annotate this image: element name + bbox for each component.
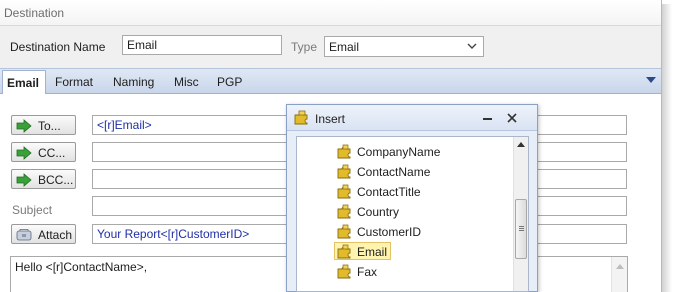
list-item-label: CompanyName — [357, 145, 441, 159]
list-item-label: ContactName — [357, 165, 431, 179]
grip-line — [519, 228, 524, 229]
insert-popup: Insert CompanyName ContactName ContactTi… — [286, 104, 538, 292]
destination-name-input[interactable]: Email — [122, 35, 282, 55]
attach-button[interactable]: Attach — [11, 224, 76, 244]
tab-strip: Email Format Naming Misc PGP — [0, 68, 661, 96]
list-item-label: Email — [357, 245, 388, 259]
insert-popup-title-bar[interactable]: Insert — [287, 105, 537, 131]
list-item-email-selected[interactable]: Email — [334, 242, 392, 260]
green-arrow-icon — [16, 146, 32, 160]
puzzle-icon — [337, 164, 351, 179]
tab-pgp[interactable]: PGP — [217, 75, 242, 89]
list-item-companyname[interactable]: CompanyName — [335, 143, 443, 161]
header-band: Destination Name Email Type Email — [0, 26, 661, 68]
minimize-icon[interactable] — [483, 118, 492, 120]
window-shadow — [662, 4, 672, 292]
destination-window: Destination Destination Name Email Type … — [0, 0, 662, 292]
list-item-label: ContactTitle — [357, 185, 421, 199]
attachment-icon — [16, 229, 32, 241]
title-bar: Destination — [0, 0, 661, 26]
attach-button-label: Attach — [38, 228, 73, 242]
tab-menu-arrow-icon[interactable] — [646, 77, 656, 83]
window-title: Destination — [4, 6, 65, 20]
list-item-label: Fax — [357, 265, 378, 279]
list-item-label: Country — [357, 205, 400, 219]
list-item-label: CustomerID — [357, 225, 422, 239]
list-item-contacttitle[interactable]: ContactTitle — [335, 183, 424, 201]
chevron-down-icon — [467, 43, 477, 49]
tab-misc[interactable]: Misc — [174, 75, 199, 89]
bcc-button-label: BCC... — [38, 173, 74, 187]
list-item-contactname[interactable]: ContactName — [335, 163, 433, 181]
puzzle-icon — [337, 244, 351, 259]
green-arrow-icon — [16, 119, 32, 133]
close-icon[interactable] — [505, 111, 519, 125]
cc-button[interactable]: CC... — [11, 142, 76, 162]
bcc-button[interactable]: BCC... — [11, 169, 76, 189]
cc-button-label: CC... — [38, 146, 66, 160]
body-scrollbar[interactable] — [611, 257, 627, 292]
list-item-fax[interactable]: Fax — [335, 263, 380, 281]
puzzle-icon — [337, 224, 351, 239]
type-select-value: Email — [329, 40, 360, 54]
tab-format[interactable]: Format — [55, 75, 93, 89]
puzzle-icon — [337, 204, 351, 219]
puzzle-icon — [337, 184, 351, 199]
puzzle-icon — [337, 264, 351, 279]
grip-line — [519, 230, 524, 231]
to-button[interactable]: To... — [11, 115, 76, 135]
list-scrollbar[interactable] — [513, 137, 528, 291]
scroll-up-icon[interactable] — [616, 263, 624, 269]
scroll-up-icon[interactable] — [517, 142, 525, 147]
to-button-label: To... — [38, 119, 61, 133]
insert-field-list[interactable]: CompanyName ContactName ContactTitle Cou… — [296, 136, 529, 292]
green-arrow-icon — [16, 173, 32, 187]
email-body-text: Hello <[r]ContactName>, — [15, 260, 148, 274]
destination-name-label: Destination Name — [10, 40, 106, 54]
type-select[interactable]: Email — [324, 36, 484, 57]
puzzle-icon — [294, 110, 308, 125]
puzzle-icon — [337, 144, 351, 159]
type-label: Type — [291, 40, 318, 54]
subject-label: Subject — [12, 203, 53, 217]
tab-naming[interactable]: Naming — [113, 75, 154, 89]
scrollbar-thumb[interactable] — [515, 199, 527, 259]
insert-popup-title: Insert — [315, 112, 346, 126]
grip-line — [519, 226, 524, 227]
list-item-country[interactable]: Country — [335, 203, 402, 221]
list-item-customerid[interactable]: CustomerID — [335, 223, 424, 241]
tab-email[interactable]: Email — [2, 70, 46, 96]
